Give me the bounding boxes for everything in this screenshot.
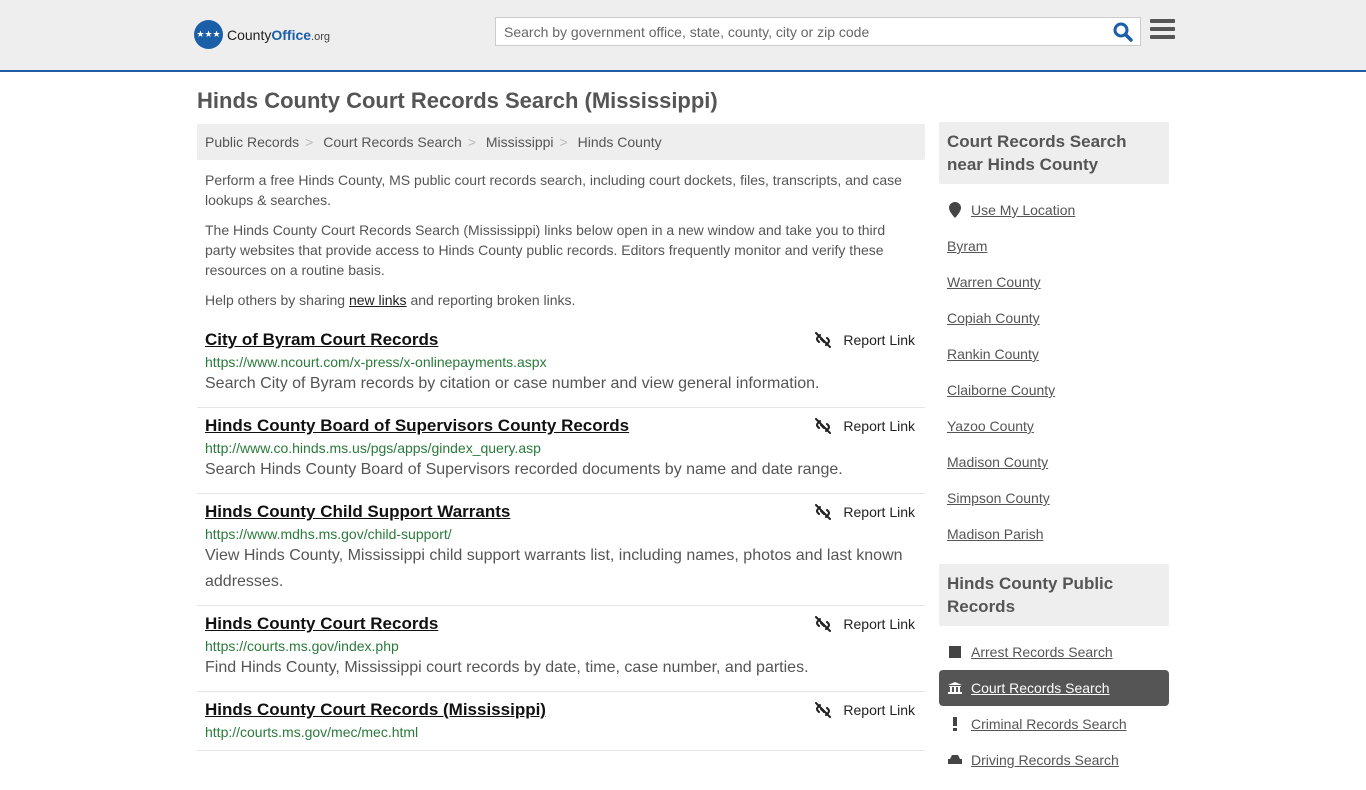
sidebar: Court Records Search near Hinds County U… — [939, 122, 1169, 790]
link-title[interactable]: City of Byram Court Records — [205, 330, 438, 350]
report-link-button[interactable]: Report Link — [815, 504, 915, 520]
nearby-link[interactable]: Madison County — [939, 444, 1169, 480]
logo-text: County — [227, 26, 272, 43]
search-button[interactable] — [1112, 21, 1134, 43]
hamburger-menu-icon[interactable] — [1150, 19, 1175, 41]
link-url: https://courts.ms.gov/index.php — [205, 638, 399, 654]
exclamation-icon — [947, 717, 963, 731]
report-link-button[interactable]: Report Link — [815, 418, 915, 434]
broken-link-icon — [815, 616, 832, 632]
link-url: http://www.co.hinds.ms.us/pgs/apps/ginde… — [205, 440, 541, 456]
nearby-heading: Court Records Search near Hinds County — [939, 122, 1169, 184]
intro-paragraph: The Hinds County Court Records Search (M… — [205, 222, 886, 278]
list-item: Hinds County Court Records https://court… — [197, 606, 925, 692]
search-input[interactable] — [496, 18, 1096, 45]
nearby-link[interactable]: Byram — [939, 228, 1169, 264]
public-records-link[interactable]: Driving Records Search — [939, 742, 1169, 778]
search-box — [495, 17, 1141, 46]
page-title: Hinds County Court Records Search (Missi… — [197, 88, 718, 113]
intro: Perform a free Hinds County, MS public c… — [197, 170, 925, 310]
logo-eagle-icon: ★★★ — [194, 20, 223, 49]
list-item: Hinds County Court Records (Mississippi)… — [197, 692, 925, 751]
breadcrumb-court-records-search[interactable]: Court Records Search — [323, 134, 462, 150]
public-records-heading: Hinds County Public Records — [939, 564, 1169, 626]
public-records-link[interactable]: Court Records Search — [939, 670, 1169, 706]
broken-link-icon — [815, 332, 832, 348]
nearby-link[interactable]: Simpson County — [939, 480, 1169, 516]
broken-link-icon — [815, 702, 832, 718]
intro-paragraph: Perform a free Hinds County, MS public c… — [205, 172, 902, 208]
nearby-link[interactable]: Warren County — [939, 264, 1169, 300]
nearby-link[interactable]: Madison Parish — [939, 516, 1169, 552]
report-link-button[interactable]: Report Link — [815, 702, 915, 718]
link-url: http://courts.ms.gov/mec/mec.html — [205, 724, 419, 740]
new-links-link[interactable]: new links — [349, 292, 407, 308]
courthouse-icon — [947, 682, 963, 694]
nearby-link[interactable]: Rankin County — [939, 336, 1169, 372]
link-title[interactable]: Hinds County Child Support Warrants — [205, 502, 510, 522]
public-records-list: Arrest Records Search Court Records Searc… — [939, 626, 1169, 790]
nearby-link[interactable]: Copiah County — [939, 300, 1169, 336]
breadcrumb: Public Records > Court Records Search > Mi… — [197, 124, 925, 160]
link-description: Find Hinds County, Mississippi court rec… — [205, 659, 809, 676]
location-pin-icon — [947, 202, 963, 218]
list-item: Hinds County Child Support Warrants http… — [197, 494, 925, 606]
public-records-link[interactable]: Arrest Records Search — [939, 634, 1169, 670]
link-title[interactable]: Hinds County Court Records — [205, 614, 438, 634]
link-title[interactable]: Hinds County Board of Supervisors County… — [205, 416, 629, 436]
public-records-link[interactable]: Criminal Records Search — [939, 706, 1169, 742]
report-link-button[interactable]: Report Link — [815, 616, 915, 632]
main-content: Public Records > Court Records Search > Mi… — [197, 124, 925, 751]
list-item: Hinds County Board of Supervisors County… — [197, 408, 925, 494]
broken-link-icon — [815, 418, 832, 434]
intro-help: Help others by sharing new links and rep… — [205, 292, 576, 308]
link-description: View Hinds County, Mississippi child sup… — [205, 547, 903, 590]
car-icon — [947, 754, 963, 766]
nearby-link[interactable]: Claiborne County — [939, 372, 1169, 408]
use-my-location-link[interactable]: Use My Location — [939, 192, 1169, 228]
breadcrumb-hinds-county[interactable]: Hinds County — [578, 134, 662, 150]
logo[interactable]: ★★★ CountyOffice.org — [194, 20, 330, 49]
link-list: City of Byram Court Records https://www.… — [197, 322, 925, 751]
list-item: City of Byram Court Records https://www.… — [197, 322, 925, 408]
link-url: https://www.ncourt.com/x-press/x-onlinep… — [205, 354, 547, 370]
nearby-link[interactable]: Yazoo County — [939, 408, 1169, 444]
breadcrumb-public-records[interactable]: Public Records — [205, 134, 299, 150]
square-icon — [947, 646, 963, 658]
site-header: ★★★ CountyOffice.org — [0, 0, 1366, 72]
link-title[interactable]: Hinds County Court Records (Mississippi) — [205, 700, 546, 720]
report-link-button[interactable]: Report Link — [815, 332, 915, 348]
broken-link-icon — [815, 504, 832, 520]
nearby-list: Use My Location Byram Warren County Copiah… — [939, 184, 1169, 564]
link-url: https://www.mdhs.ms.gov/child-support/ — [205, 526, 452, 542]
link-description: Search City of Byram records by citation… — [205, 375, 820, 392]
search-icon — [1113, 22, 1133, 42]
breadcrumb-mississippi[interactable]: Mississippi — [486, 134, 554, 150]
link-description: Search Hinds County Board of Supervisors… — [205, 461, 843, 478]
